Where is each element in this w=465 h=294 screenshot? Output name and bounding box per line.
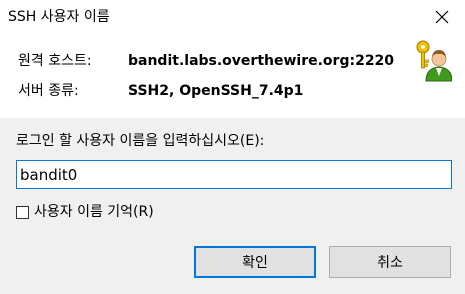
server-type-label: 서버 종류: (18, 83, 79, 99)
server-type-value: SSH2, OpenSSH_7.4p1 (128, 83, 304, 99)
cancel-button[interactable]: 취소 (329, 246, 451, 278)
ssh-username-dialog: SSH 사용자 이름 원격 호스트: bandit.labs.overthewi… (0, 0, 465, 294)
remote-host-label: 원격 호스트: (18, 53, 92, 69)
close-icon (435, 10, 449, 24)
username-prompt: 로그인 할 사용자 이름을 입력하십시오(E): (16, 133, 265, 149)
remember-username-checkbox[interactable]: 사용자 이름 기억(R) (16, 203, 154, 221)
remote-host-value: bandit.labs.overthewire.org:2220 (ban (128, 53, 396, 69)
ok-button[interactable]: 확인 (194, 246, 316, 278)
connection-info: 원격 호스트: bandit.labs.overthewire.org:2220… (0, 34, 465, 118)
checkbox-box[interactable] (16, 205, 29, 219)
remember-username-label: 사용자 이름 기억(R) (34, 204, 154, 220)
title-bar: SSH 사용자 이름 (0, 0, 465, 34)
key-user-icon (416, 40, 452, 82)
close-button[interactable] (427, 4, 457, 30)
username-input[interactable] (16, 160, 452, 189)
input-panel: 로그인 할 사용자 이름을 입력하십시오(E): 사용자 이름 기억(R) 확인… (0, 118, 465, 294)
window-title: SSH 사용자 이름 (8, 9, 110, 25)
